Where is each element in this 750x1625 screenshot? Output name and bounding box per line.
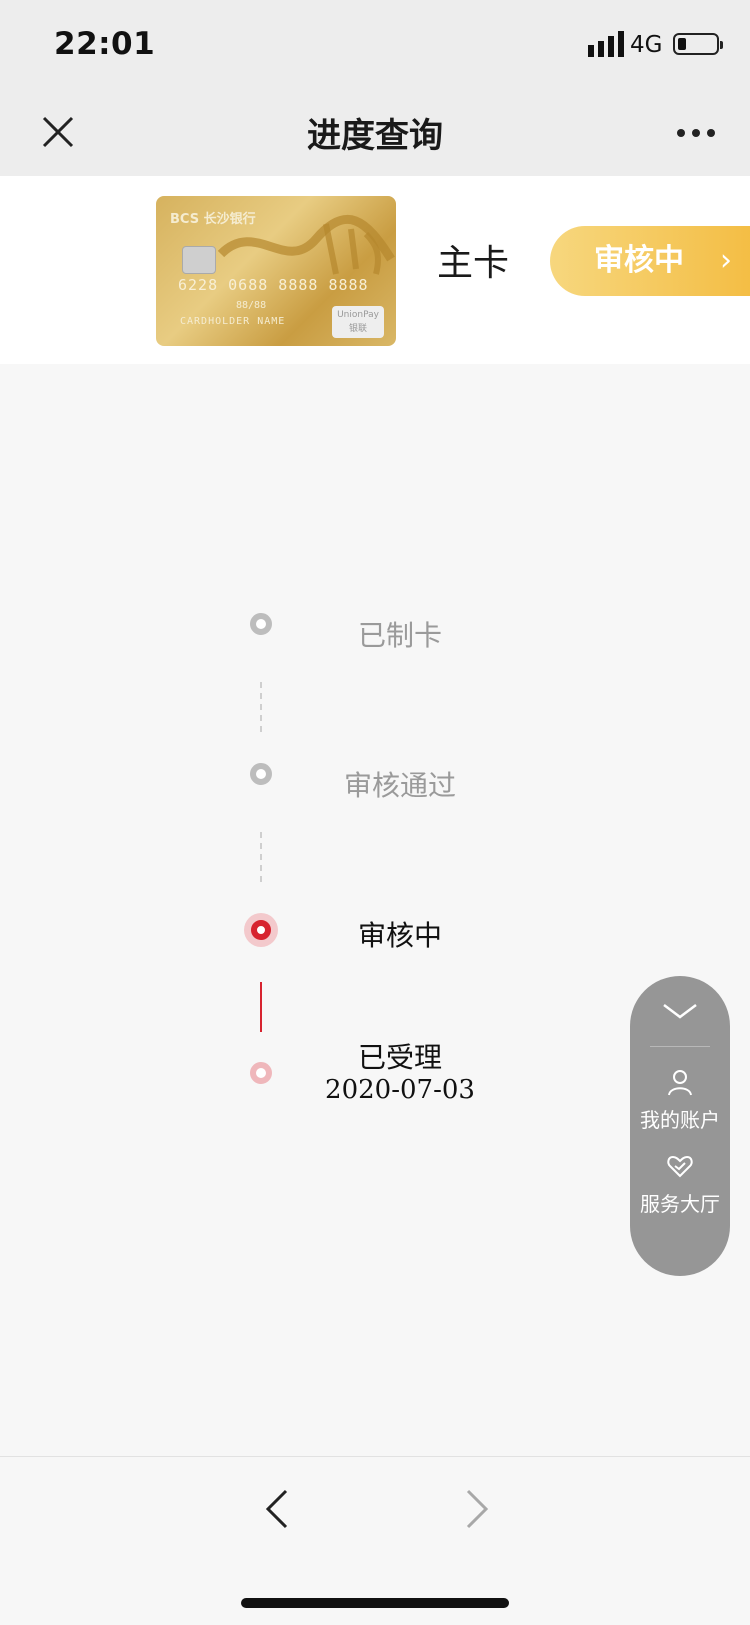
handshake-heart-icon <box>667 1155 693 1178</box>
step-dot-done <box>250 613 272 635</box>
network-type: 4G <box>630 32 663 58</box>
card-number: 6228 0688 8888 8888 <box>178 276 369 294</box>
step-label-current: 审核中 <box>357 919 442 952</box>
card-brand: BCS 长沙银行 <box>170 212 256 227</box>
step-dot-accepted <box>250 1062 272 1084</box>
card-valid: 88/88 <box>236 300 267 311</box>
chevron-down-icon[interactable] <box>660 1000 700 1022</box>
service-hall-button[interactable]: 服务大厅 <box>630 1188 730 1217</box>
menu-divider <box>650 1046 710 1047</box>
my-account-button[interactable]: 我的账户 <box>630 1104 730 1133</box>
status-pill-label: 审核中 <box>594 243 684 278</box>
chip-icon <box>182 246 216 274</box>
battery-icon <box>673 33 723 55</box>
credit-card-image: BCS 长沙银行 6228 0688 8888 8888 88/88 CARDH… <box>156 196 396 346</box>
back-arrow-icon[interactable] <box>262 1487 292 1531</box>
timeline-connector-active <box>260 982 262 1032</box>
forward-arrow-icon[interactable] <box>462 1487 492 1531</box>
step-dot-current <box>244 913 278 947</box>
status-pill-button[interactable]: 审核中 › <box>550 226 750 296</box>
step-label: 已制卡 <box>357 619 442 652</box>
nav-bar: 进度查询 <box>0 88 750 176</box>
signal-icon <box>588 31 624 57</box>
step-label: 已受理 <box>357 1041 442 1074</box>
timeline-connector <box>260 832 262 882</box>
step-date: 2020-07-03 <box>325 1075 475 1105</box>
user-icon <box>668 1070 692 1096</box>
page-title: 进度查询 <box>307 116 443 156</box>
home-indicator[interactable] <box>241 1598 509 1608</box>
step-label: 审核通过 <box>343 769 456 802</box>
status-bar: 22:01 4G <box>0 0 750 88</box>
card-holder: CARDHOLDER NAME <box>180 316 286 327</box>
floating-menu: 我的账户 服务大厅 <box>630 976 730 1276</box>
step-dot-done <box>250 763 272 785</box>
more-icon[interactable] <box>676 128 716 138</box>
unionpay-logo: UnionPay 银联 <box>332 306 384 338</box>
card-summary: BCS 长沙银行 6228 0688 8888 8888 88/88 CARDH… <box>0 176 750 364</box>
card-type-label: 主卡 <box>437 243 510 284</box>
status-time: 22:01 <box>54 26 156 62</box>
chevron-right-icon: › <box>720 243 732 278</box>
timeline-connector <box>260 682 262 732</box>
